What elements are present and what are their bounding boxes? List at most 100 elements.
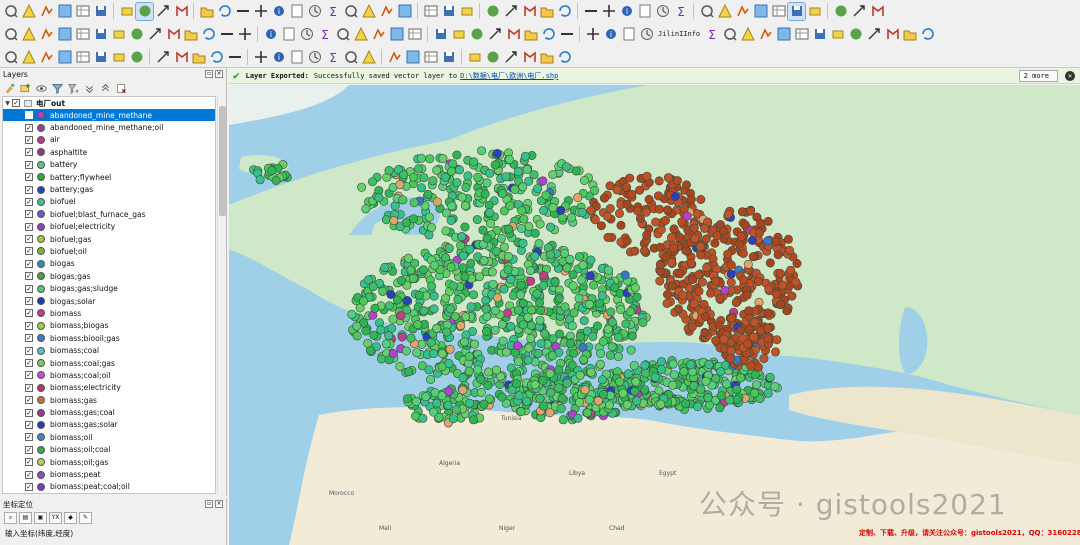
toolbar-tool-icon[interactable] (280, 26, 297, 43)
toolbar-tool-icon[interactable] (38, 26, 55, 43)
shield-icon[interactable]: ◆ (64, 512, 77, 524)
toolbar-tool-icon[interactable] (56, 3, 73, 20)
toolbar-tool-icon[interactable] (74, 48, 91, 65)
layer-visibility-checkbox[interactable]: ✓ (25, 284, 33, 293)
toolbar-tool-icon[interactable] (404, 48, 421, 65)
layer-visibility-checkbox[interactable]: ✓ (25, 346, 33, 355)
layer-visibility-checkbox[interactable]: ✓ (25, 185, 33, 194)
toolbar-tool-icon[interactable] (793, 26, 810, 43)
layer-visibility-checkbox[interactable]: ✓ (25, 482, 33, 491)
toolbar-tool-icon[interactable] (20, 26, 37, 43)
toolbar-tool-icon[interactable] (182, 26, 199, 43)
layer-tree-scrollbar[interactable] (217, 96, 226, 494)
exported-file-link[interactable]: D:\数据\电厂\欧洲\电厂.shp (460, 71, 558, 81)
filter-expression-icon[interactable] (67, 82, 79, 94)
toolbar-tool-icon[interactable] (811, 26, 828, 43)
toolbar-tool-icon[interactable] (226, 48, 243, 65)
layer-item[interactable]: ✓ biomass;oil;gas (3, 456, 215, 468)
toolbar-tool-icon[interactable] (466, 48, 483, 65)
toolbar-tool-icon[interactable] (806, 3, 823, 20)
scrollbar-thumb[interactable] (219, 106, 226, 216)
float-panel-button[interactable]: ▫ (205, 70, 213, 78)
toolbar-tool-icon[interactable] (252, 48, 269, 65)
layer-visibility-checkbox[interactable]: ✓ (25, 148, 33, 157)
toolbar-tool-icon[interactable] (370, 26, 387, 43)
toolbar-tool-icon[interactable]: Σ (672, 3, 689, 20)
toolbar-tool-icon[interactable] (422, 3, 439, 20)
layer-item[interactable]: ✓ biomass;gas;solar (3, 419, 215, 431)
layer-visibility-checkbox[interactable]: ✓ (25, 420, 33, 429)
layer-item[interactable]: ✓ biomass;biooil;gas (3, 332, 215, 344)
layer-item[interactable]: ✓ biomass;oil (3, 431, 215, 443)
toolbar-tool-icon[interactable] (775, 26, 792, 43)
toolbar-tool-icon[interactable] (2, 3, 19, 20)
locate-icon[interactable]: ⌕ (4, 512, 17, 524)
layer-item[interactable]: ✓ biomass;coal (3, 344, 215, 356)
toolbar-tool-icon[interactable] (770, 3, 787, 20)
layer-visibility-checkbox[interactable]: ✓ (25, 173, 33, 182)
toolbar-tool-icon[interactable] (698, 3, 715, 20)
toolbar-tool-icon[interactable] (450, 26, 467, 43)
layer-item[interactable]: ✓ biofuel (3, 196, 215, 208)
toolbar-tool-icon[interactable] (288, 48, 305, 65)
toolbar-tool-icon[interactable] (520, 3, 537, 20)
toolbar-tool-icon[interactable] (190, 48, 207, 65)
layer-visibility-checkbox[interactable]: ✓ (25, 433, 33, 442)
toolbar-tool-icon[interactable] (504, 26, 521, 43)
toolbar-tool-icon[interactable] (584, 26, 601, 43)
camera-icon[interactable]: ▣ (34, 512, 47, 524)
layer-item[interactable]: ✓ biomass;gas;coal (3, 406, 215, 418)
toolbar-tool-icon[interactable]: i (270, 3, 287, 20)
layer-visibility-checkbox[interactable]: ✓ (25, 160, 33, 169)
toolbar-tool-icon[interactable] (56, 26, 73, 43)
toolbar-tool-icon[interactable] (378, 3, 395, 20)
layer-visibility-checkbox[interactable]: ✓ (25, 297, 33, 306)
toolbar-tool-icon[interactable] (654, 3, 671, 20)
toolbar-tool-icon[interactable] (865, 26, 882, 43)
toolbar-tool-icon[interactable] (208, 48, 225, 65)
toolbar-tool-icon[interactable] (721, 26, 738, 43)
layer-visibility-checkbox[interactable]: ✓ (25, 445, 33, 454)
toolbar-tool-icon[interactable] (432, 26, 449, 43)
toolbar-tool-icon[interactable] (847, 26, 864, 43)
toolbar-tool-icon[interactable] (600, 3, 617, 20)
toolbar-tool-icon[interactable] (440, 3, 457, 20)
toolbar-tool-icon[interactable] (154, 48, 171, 65)
toolbar-tool-icon[interactable] (288, 3, 305, 20)
toolbar-tool-icon[interactable] (334, 26, 351, 43)
toolbar-tool-icon[interactable] (787, 1, 806, 21)
toolbar-tool-icon[interactable] (92, 3, 109, 20)
toolbar-tool-icon[interactable]: Σ (316, 26, 333, 43)
layer-item[interactable]: ✓ biomass;peat (3, 468, 215, 480)
layer-visibility-checkbox[interactable]: ✓ (25, 371, 33, 380)
layer-visibility-checkbox[interactable]: ✓ (25, 111, 33, 120)
toolbar-tool-icon[interactable] (216, 3, 233, 20)
toolbar-tool-icon[interactable] (422, 48, 439, 65)
xy-swap-icon[interactable]: YX (49, 512, 62, 524)
toolbar-tool-icon[interactable] (110, 26, 127, 43)
group-visibility-checkbox[interactable]: ✓ (12, 99, 20, 107)
close-icon[interactable]: ✕ (1065, 71, 1075, 81)
toolbar-tool-icon[interactable] (396, 3, 413, 20)
toolbar-tool-icon[interactable] (172, 3, 189, 20)
layer-item[interactable]: ✓ abandoned_mine_methane (3, 109, 215, 122)
toolbar-tool-icon[interactable] (502, 3, 519, 20)
toolbar-tool-icon[interactable] (306, 48, 323, 65)
toolbar-tool-icon[interactable] (298, 26, 315, 43)
layer-item[interactable]: ✓ asphaltite (3, 146, 215, 158)
layer-visibility-checkbox[interactable]: ✓ (25, 272, 33, 281)
toolbar-tool-icon[interactable] (638, 26, 655, 43)
toolbar-tool-icon[interactable] (172, 48, 189, 65)
toolbar-tool-icon[interactable] (868, 3, 885, 20)
toolbar-tool-icon[interactable] (74, 3, 91, 20)
close-coord-panel-button[interactable]: × (215, 500, 223, 508)
layer-item[interactable]: ✓ biogas;solar (3, 295, 215, 307)
toolbar-tool-icon[interactable] (556, 48, 573, 65)
toolbar-tool-icon[interactable] (558, 26, 575, 43)
toolbar-tool-icon[interactable] (386, 48, 403, 65)
layer-visibility-checkbox[interactable]: ✓ (25, 383, 33, 392)
toolbar-tool-icon[interactable] (522, 26, 539, 43)
toolbar-tool-icon[interactable]: i (270, 48, 287, 65)
expand-all-icon[interactable] (83, 82, 95, 94)
toolbar-tool-icon[interactable] (128, 26, 145, 43)
